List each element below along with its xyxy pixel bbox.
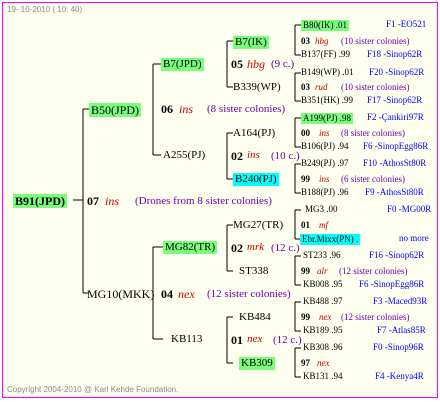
ancestor-entry[interactable]: B351(HK) .99 (301, 96, 353, 105)
ancestor-year: 00 (301, 128, 310, 138)
great-grandparent-1[interactable]: B7(IK) (233, 36, 269, 49)
ancestor-queen: nex (319, 312, 332, 322)
ancestor-origin: no more (399, 233, 429, 243)
root-colony[interactable]: B91(JPD) (13, 194, 67, 208)
ancestor-queen: mf (319, 220, 328, 230)
ancestor-entry[interactable]: A199(PJ) .98 (301, 113, 354, 124)
parent-year-2: 04 (161, 287, 173, 301)
ancestor-origin: F3 -Maced93R (373, 296, 428, 306)
ancestor-entry[interactable]: B80(IK) .01 (301, 20, 349, 31)
great-grandparent-5[interactable]: MG27(TR) (233, 220, 283, 231)
ancestor-origin: F2 -Çankiri97R (367, 112, 424, 122)
ancestor-queen: rud (315, 82, 328, 92)
pedigree-frame: 19- 10-2010 ( 10: 40) Copyright 2004-201… (2, 2, 438, 398)
ancestor-year: 01 (301, 220, 310, 230)
ancestor-origin: F1 -EO521 (386, 19, 427, 29)
ancestor-origin: F6 -SinopEgg86R (363, 141, 429, 151)
copyright-footer: Copyright 2004-2010 @ Karl Kehde Foundat… (7, 385, 179, 394)
grandparent-note-1: (9 c.) (271, 58, 295, 70)
grandparent-colony-4[interactable]: KB113 (171, 334, 202, 345)
grandparent-note-4: (12 c.) (273, 334, 302, 346)
ancestor-entry[interactable]: KB131 .94 (303, 372, 343, 381)
ancestor-origin: F0 -MG00R (387, 204, 432, 214)
ancestor-queen: alr (317, 266, 328, 276)
great-grandparent-6[interactable]: ST338 (239, 266, 268, 277)
ancestor-queen: hbg (315, 36, 329, 46)
grandparent-queen-3: mrk (247, 241, 265, 253)
root-queen-line: ins (105, 194, 120, 208)
great-grandparent-7[interactable]: KB484 (239, 312, 271, 323)
ancestor-year: 03 (301, 82, 310, 92)
grandparent-queen-4: nex (247, 333, 263, 345)
ancestor-note: (6 sister colonies) (341, 174, 405, 184)
grandparent-year-3: 02 (231, 241, 243, 255)
ancestor-note: (12 sister colonies) (339, 266, 408, 276)
parent-year-1: 06 (161, 102, 173, 116)
ancestor-origin: F0 -Sinop96R (373, 342, 424, 352)
parent-note-2: (12 sister colonies) (207, 288, 291, 300)
ancestor-origin: F16 -Sinop62R (369, 250, 425, 260)
great-grandparent-3[interactable]: A164(PJ) (233, 128, 275, 139)
ancestor-queen: ins (319, 128, 330, 138)
ancestor-origin: F17 -Sinop62R (367, 95, 423, 105)
parent-note-1: (8 sister colonies) (207, 103, 286, 115)
ancestor-origin: F18 -Sinop62R (367, 49, 423, 59)
ancestor-year: 99 (301, 174, 310, 184)
ancestor-entry[interactable]: MG3 .00 (305, 205, 338, 214)
ancestor-entry[interactable]: KB488 .97 (303, 297, 343, 306)
grandparent-queen-2: ins (247, 149, 260, 161)
ancestor-origin: F4 -Kenya4R (375, 371, 424, 381)
grandparent-colony-2[interactable]: A255(PJ) (163, 150, 205, 161)
parent-colony-1[interactable]: B50(JPD) (89, 103, 142, 117)
ancestor-note: (10 sister colonies) (341, 82, 410, 92)
ancestor-entry[interactable]: B249(PJ) .97 (301, 159, 349, 168)
root-year: 07 (87, 194, 99, 208)
ancestor-entry[interactable]: ST233 .96 (303, 251, 341, 260)
ancestor-entry[interactable]: B149(WP) .01 (301, 68, 354, 77)
ancestor-note: (10 sister colonies) (341, 36, 410, 46)
ancestor-origin: F10 -AthosSt80R (363, 158, 427, 168)
ancestor-entry[interactable]: KB308 .96 (303, 343, 343, 352)
ancestor-note: (8 sister colonies) (341, 128, 405, 138)
header-date: 19- 10-2010 ( 10: 40) (7, 5, 83, 14)
ancestor-year: 99 (301, 266, 310, 276)
ancestor-queen: nex (317, 358, 330, 368)
ancestor-entry[interactable]: B188(PJ) .96 (301, 188, 349, 197)
grandparent-note-2: (10 c.) (271, 150, 300, 162)
ancestor-year: 97 (301, 358, 310, 368)
ancestor-note: (12 sister colonies) (341, 312, 410, 322)
grandparent-year-2: 02 (231, 149, 243, 163)
parent-queen-2: nex (178, 287, 195, 301)
ancestor-entry[interactable]: B137(FF) .99 (301, 50, 350, 59)
ancestor-year: 99 (301, 312, 310, 322)
great-grandparent-4[interactable]: B240(PJ) (233, 173, 279, 186)
ancestor-entry[interactable]: KB189 .95 (303, 326, 343, 335)
root-drone-note: (Drones from 8 sister colonies) (135, 195, 272, 207)
grandparent-queen-1: hbg (247, 57, 265, 71)
ancestor-origin: F6 -SinopEgg86R (359, 279, 425, 289)
ancestor-entry[interactable]: Ebr.Mixx(PN) . (300, 234, 361, 245)
ancestor-entry[interactable]: B106(PJ) .94 (301, 142, 349, 151)
ancestor-origin: F9 -AthosSt80R (365, 187, 424, 197)
parent-colony-2[interactable]: MG10(MKK) (87, 288, 154, 300)
grandparent-year-1: 05 (231, 57, 243, 71)
parent-queen-1: ins (179, 102, 194, 116)
grandparent-colony-1[interactable]: B7(JPD) (161, 58, 204, 71)
grandparent-colony-3[interactable]: MG82(TR) (163, 241, 218, 254)
ancestor-queen: ins (319, 174, 330, 184)
great-grandparent-2[interactable]: B339(WP) (233, 82, 281, 93)
ancestor-origin: F7 -Atlas85R (377, 325, 426, 335)
great-grandparent-8[interactable]: KB309 (239, 357, 275, 370)
ancestor-entry[interactable]: KB008 .95 (303, 280, 343, 289)
grandparent-note-3: (12 c.) (271, 242, 300, 254)
ancestor-origin: F20 -Sinop62R (369, 67, 425, 77)
ancestor-year: 03 (301, 36, 310, 46)
grandparent-year-4: 01 (231, 333, 243, 347)
